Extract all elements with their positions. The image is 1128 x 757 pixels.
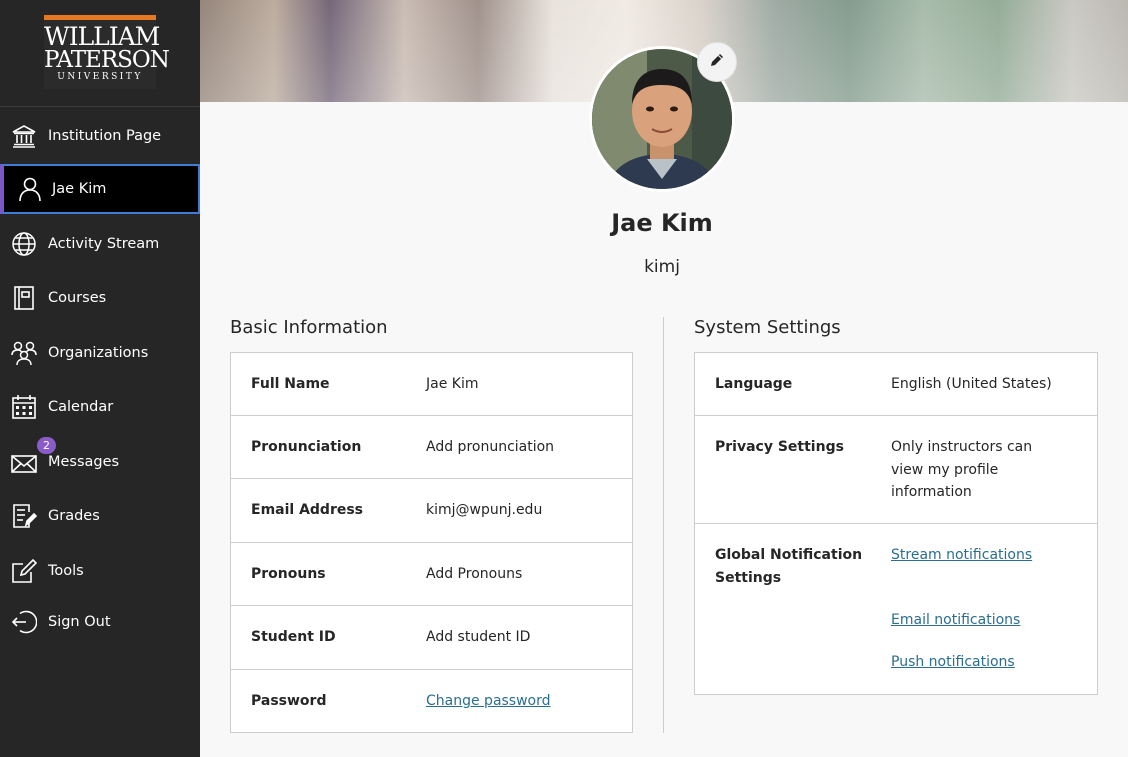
sign-out-icon <box>11 609 37 635</box>
basic-information-card: Full Name Jae Kim Pronunciation Add pron… <box>230 352 633 733</box>
info-row-email: Email Address kimj@wpunj.edu <box>231 479 632 543</box>
email-value: kimj@wpunj.edu <box>426 502 543 518</box>
university-logo[interactable]: WILLIAM PATERSON UNIVERSITY <box>44 15 170 89</box>
grades-icon <box>11 503 37 529</box>
sidebar-divider <box>0 106 200 107</box>
sidebar-item-profile[interactable]: Jae Kim <box>0 164 200 214</box>
sidebar-item-label: Tools <box>48 563 84 579</box>
sidebar-item-tools[interactable]: Tools <box>0 546 200 596</box>
email-label: Email Address <box>251 502 364 518</box>
language-value[interactable]: English (United States) <box>891 373 1052 396</box>
info-row-student-id: Student ID Add student ID <box>231 606 632 670</box>
sidebar: WILLIAM PATERSON UNIVERSITY Institution … <box>0 0 200 757</box>
sidebar-item-sign-out[interactable]: Sign Out <box>0 597 200 647</box>
sidebar-item-courses[interactable]: Courses <box>0 273 200 323</box>
unread-count-badge: 2 <box>37 437 56 454</box>
logo-line-1: WILLIAM <box>44 22 160 51</box>
organizations-icon <box>11 340 37 366</box>
info-row-password: Password Change password <box>231 670 632 733</box>
sidebar-item-messages[interactable]: 2 Messages <box>0 437 200 487</box>
sidebar-item-label: Messages <box>48 454 120 470</box>
sidebar-item-label: Institution Page <box>48 128 162 144</box>
institution-icon <box>11 123 37 149</box>
settings-row-global-notifications: Global Notification Settings Stream noti… <box>695 524 1097 695</box>
sidebar-item-label: Organizations <box>48 345 149 361</box>
pronouns-label: Pronouns <box>251 566 326 582</box>
calendar-icon <box>11 394 37 420</box>
globe-icon <box>11 231 37 257</box>
sidebar-item-grades[interactable]: Grades <box>0 491 200 541</box>
email-notifications-link[interactable]: Email notifications <box>891 609 1020 632</box>
sidebar-item-activity-stream[interactable]: Activity Stream <box>0 219 200 269</box>
privacy-settings-label: Privacy Settings <box>715 439 844 455</box>
full-name-label: Full Name <box>251 376 330 392</box>
user-icon <box>17 176 43 202</box>
profile-name: Jae Kim <box>611 209 713 237</box>
tools-icon <box>11 558 37 584</box>
student-id-label: Student ID <box>251 629 336 645</box>
logo-line-3: UNIVERSITY <box>57 72 143 82</box>
sidebar-item-institution-page[interactable]: Institution Page <box>0 111 200 161</box>
basic-information-heading: Basic Information <box>230 317 388 338</box>
add-pronouns-button[interactable]: Add Pronouns <box>426 563 522 586</box>
sidebar-item-label: Calendar <box>48 399 114 415</box>
add-pronunciation-button[interactable]: Add pronunciation <box>426 436 554 459</box>
stream-notifications-link[interactable]: Stream notifications <box>891 544 1032 567</box>
pencil-icon <box>709 52 725 72</box>
info-row-full-name: Full Name Jae Kim <box>231 353 632 416</box>
sidebar-item-label: Grades <box>48 508 100 524</box>
column-divider <box>663 317 664 733</box>
sidebar-item-label: Jae Kim <box>52 181 107 197</box>
push-notifications-link[interactable]: Push notifications <box>891 651 1015 674</box>
sidebar-item-calendar[interactable]: Calendar <box>0 382 200 432</box>
global-notification-label: Global Notification Settings <box>715 547 863 586</box>
pronunciation-label: Pronunciation <box>251 439 362 455</box>
settings-row-language: Language English (United States) <box>695 353 1097 416</box>
language-label: Language <box>715 376 793 392</box>
system-settings-card: Language English (United States) Privacy… <box>694 352 1098 695</box>
privacy-settings-value[interactable]: Only instructors can view my profile inf… <box>891 436 1032 504</box>
sidebar-item-organizations[interactable]: Organizations <box>0 328 200 378</box>
profile-username: kimj <box>644 257 680 277</box>
sidebar-item-label: Activity Stream <box>48 236 160 252</box>
logo-line-2: PATERSON <box>44 47 170 73</box>
full-name-value: Jae Kim <box>426 376 479 392</box>
change-password-link[interactable]: Change password <box>426 690 551 713</box>
info-row-pronunciation: Pronunciation Add pronunciation <box>231 416 632 479</box>
sidebar-item-label: Sign Out <box>48 614 111 630</box>
info-row-pronouns: Pronouns Add Pronouns <box>231 543 632 606</box>
privacy-line: information <box>891 484 972 500</box>
edit-avatar-button[interactable] <box>697 42 737 82</box>
password-label: Password <box>251 693 327 709</box>
privacy-line: view my profile <box>891 461 999 478</box>
envelope-icon: 2 <box>11 437 56 475</box>
system-settings-heading: System Settings <box>694 317 841 338</box>
privacy-line: Only instructors can <box>891 439 1033 455</box>
logo-accent-bar <box>44 15 156 20</box>
settings-row-privacy: Privacy Settings Only instructors can vi… <box>695 416 1097 524</box>
add-student-id-button[interactable]: Add student ID <box>426 626 530 649</box>
sidebar-item-label: Courses <box>48 290 107 306</box>
book-icon <box>11 285 37 311</box>
